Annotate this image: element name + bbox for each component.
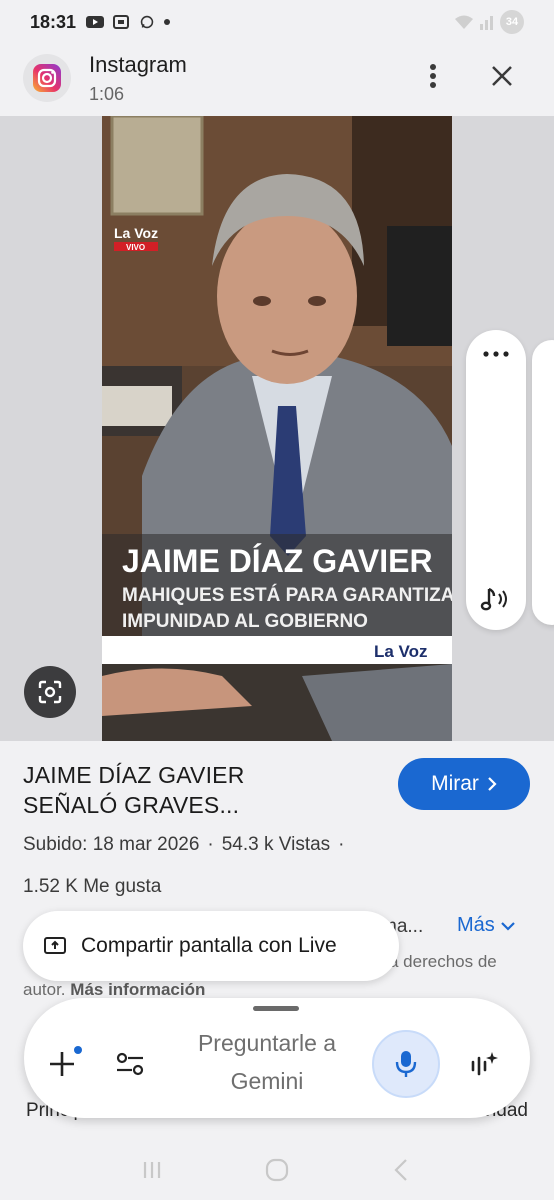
recent-apps-icon[interactable] — [139, 1157, 165, 1183]
like-count: 1.52 K Me gusta — [23, 876, 162, 897]
video-title[interactable]: JAIME DÍAZ GAVIER SEÑALÓ GRAVES... — [23, 760, 383, 820]
notification-header: Instagram 1:06 — [0, 44, 554, 116]
video-title-line-2: SEÑALÓ GRAVES... — [23, 792, 240, 818]
media-side-panel-secondary[interactable] — [532, 340, 554, 625]
more-options-button[interactable] — [418, 58, 448, 94]
music-recognition-button[interactable] — [478, 582, 514, 618]
copyright-notice-2: autor. Más información — [23, 980, 205, 1000]
status-notification-icons — [86, 15, 171, 29]
signal-icon — [480, 16, 493, 30]
screen-record-icon — [113, 15, 130, 29]
close-button[interactable] — [484, 58, 520, 94]
status-bar: 18:31 34 — [0, 0, 554, 44]
side-panel-more-button[interactable] — [480, 346, 512, 362]
wifi-icon — [455, 15, 473, 29]
close-icon — [492, 66, 512, 86]
tools-button[interactable] — [112, 1046, 148, 1082]
video-subline-1: MAHIQUES ESTÁ PARA GARANTIZARLE — [122, 584, 452, 606]
chevron-down-icon — [501, 921, 515, 931]
gemini-input-bar[interactable]: Preguntarle a Gemini — [24, 998, 530, 1118]
app-name: Instagram — [89, 52, 187, 77]
more-info-link[interactable]: Más información — [70, 980, 205, 999]
mic-icon — [395, 1051, 417, 1077]
video-brand: La Voz — [374, 642, 428, 661]
lens-button[interactable] — [24, 666, 76, 718]
video-thumbnail: JAIME DÍAZ GAVIER MAHIQUES ESTÁ PARA GAR… — [102, 116, 452, 741]
upload-date: Subido: 18 mar 2026 — [23, 834, 200, 855]
watch-button[interactable]: Mirar — [398, 758, 530, 810]
elapsed-time: 1:06 — [89, 84, 125, 104]
plus-icon — [50, 1052, 74, 1076]
whatsapp-icon — [140, 15, 154, 29]
more-link-label: Más — [457, 914, 495, 936]
instagram-icon — [33, 64, 61, 92]
home-icon[interactable] — [264, 1157, 290, 1183]
youtube-icon — [86, 16, 105, 28]
battery-indicator: 34 — [500, 10, 524, 34]
video-subline-2: IMPUNIDAD AL GOBIERNO — [122, 611, 368, 632]
copyright-prefix: autor. — [23, 980, 66, 999]
status-time: 18:31 — [30, 11, 77, 32]
tune-icon — [116, 1052, 144, 1076]
chevron-right-icon — [488, 777, 497, 791]
watch-button-label: Mirar — [431, 772, 479, 795]
back-icon[interactable] — [389, 1157, 415, 1183]
sparkle-icon — [471, 1052, 498, 1076]
system-navigation — [0, 1140, 554, 1200]
lens-icon — [38, 680, 62, 704]
video-watermark: La Voz — [114, 225, 158, 241]
share-screen-icon — [44, 937, 66, 954]
prompt-line-2: Gemini — [230, 1068, 304, 1094]
live-tag: VIVO — [126, 243, 145, 252]
gemini-live-button[interactable] — [464, 1044, 504, 1084]
app-logo — [23, 54, 71, 102]
more-vert-icon — [430, 64, 436, 88]
share-screen-live-chip[interactable]: Compartir pantalla con Live — [23, 911, 399, 981]
more-horiz-icon — [483, 351, 509, 357]
video-title-line-1: JAIME DÍAZ GAVIER — [23, 762, 245, 788]
new-indicator-dot — [74, 1046, 82, 1054]
view-count: 54.3 k Vistas — [221, 834, 331, 855]
status-right: 34 — [454, 10, 524, 34]
music-icon — [480, 587, 507, 611]
video-player[interactable]: JAIME DÍAZ GAVIER MAHIQUES ESTÁ PARA GAR… — [102, 116, 452, 741]
video-meta: Subido: 18 mar 2026 · 54.3 k Vistas · — [23, 834, 345, 855]
gemini-prompt-input[interactable]: Preguntarle a Gemini — [174, 1024, 360, 1100]
share-screen-label: Compartir pantalla con Live — [81, 934, 337, 957]
video-headline: JAIME DÍAZ GAVIER — [122, 543, 433, 579]
prompt-line-1: Preguntarle a — [197, 1030, 337, 1056]
media-side-panel[interactable] — [466, 330, 526, 630]
voice-input-button[interactable] — [372, 1030, 440, 1098]
notification-dot-icon — [164, 19, 171, 25]
drag-handle[interactable] — [253, 1006, 299, 1011]
more-link[interactable]: Más — [457, 914, 515, 937]
